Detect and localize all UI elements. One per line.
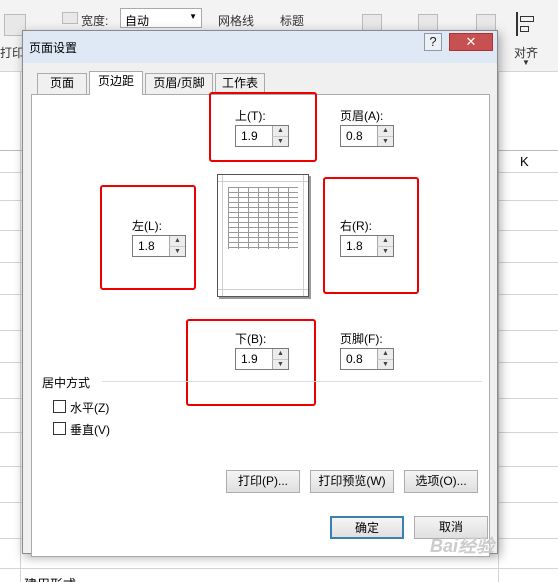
dialog-title: 页面设置 [29,41,78,55]
footer-margin-value[interactable]: 0.8 [346,352,363,366]
vertical-label[interactable]: 垂直(V) [70,421,110,438]
width-value: 自动 [125,14,150,28]
tab-margins[interactable]: 页边距 [89,71,143,95]
spin-down-icon[interactable]: ▼ [377,359,393,369]
align-dropdown-icon: ▼ [522,58,530,67]
help-button[interactable]: ? [424,33,442,51]
header-margin-value[interactable]: 0.8 [346,129,363,143]
highlight-right [323,177,419,294]
width-icon [62,12,78,24]
print-preview-button[interactable]: 打印预览(W) [310,470,394,493]
highlight-top [209,92,317,162]
options-button[interactable]: 选项(O)... [404,470,478,493]
spin-up-icon[interactable]: ▲ [377,349,393,359]
header-margin-label: 页眉(A): [340,109,384,123]
width-dropdown[interactable]: 自动 ▼ [120,8,202,28]
tab-sheet[interactable]: 工作表 [215,73,265,94]
margins-panel: 上(T): 1.9 ▲ ▼ 页眉(A): 0.8 ▲ ▼ 左(L): 1.8 ▲… [31,92,490,557]
print-titles-label[interactable]: 打印 [0,44,24,61]
spin-down-icon[interactable]: ▼ [377,136,393,146]
align-icon[interactable] [516,12,538,36]
horizontal-label[interactable]: 水平(Z) [70,399,109,416]
dialog-titlebar[interactable]: 页面设置 ? ✕ [23,31,497,63]
group-separator [102,381,482,382]
highlight-bottom [186,319,316,406]
tab-header-footer[interactable]: 页眉/页脚 [145,73,213,94]
ok-button[interactable]: 确定 [330,516,404,539]
column-header-k[interactable]: K [520,154,529,169]
print-button[interactable]: 打印(P)... [226,470,300,493]
tab-page[interactable]: 页面 [37,73,87,94]
vertical-checkbox[interactable] [53,422,66,435]
headings-label: 标题 [280,14,305,28]
footer-margin-spinner[interactable]: 0.8 ▲ ▼ [340,348,394,370]
page-setup-dialog: 页面设置 ? ✕ 页面 页边距 页眉/页脚 工作表 上(T): 1.9 ▲ ▼ … [22,30,498,557]
cell-text: 建用形式 [24,574,76,582]
footer-margin-label: 页脚(F): [340,332,383,346]
highlight-left [100,185,196,290]
preview-grid [228,187,298,249]
horizontal-checkbox[interactable] [53,400,66,413]
center-on-page-label: 居中方式 [42,376,91,390]
chevron-down-icon: ▼ [189,12,197,21]
baidu-watermark: Bai经验 [430,536,495,556]
gridlines-label: 网格线 [218,14,255,28]
close-button[interactable]: ✕ [449,33,493,51]
spin-up-icon[interactable]: ▲ [377,126,393,136]
width-label: 宽度: [81,14,109,28]
header-margin-spinner[interactable]: 0.8 ▲ ▼ [340,125,394,147]
page-preview [217,174,309,297]
